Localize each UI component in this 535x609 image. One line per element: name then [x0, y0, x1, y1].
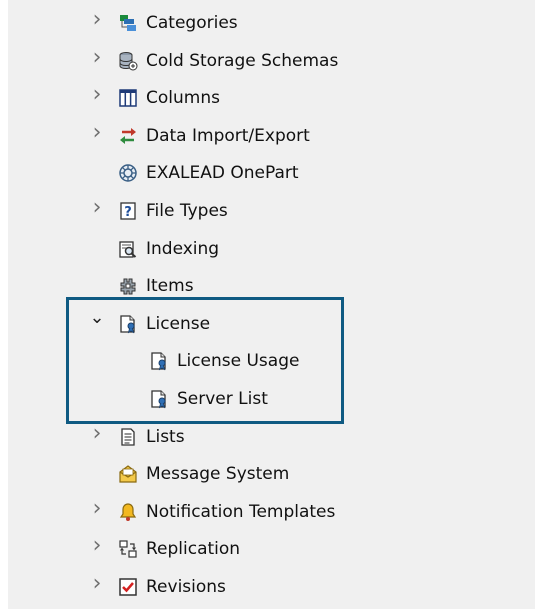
tree-item-label: Cold Storage Schemas [146, 50, 339, 71]
tree-item-label: License [146, 313, 211, 334]
tree-item-label: File Types [146, 201, 228, 221]
tree-item-columns[interactable]: › Columns [8, 79, 535, 117]
tree-item-categories[interactable]: › Categories [8, 4, 535, 42]
tree-item-label: Categories [146, 13, 238, 33]
tree-item-label: Server List [177, 389, 268, 409]
tree-panel: › Categories › Cold Storage Schemas › Columns… [8, 0, 535, 609]
tree-item-label: Notification Templates [146, 501, 336, 522]
tree-item-label: Data Import/Export [146, 125, 310, 146]
tree-item-indexing[interactable]: Indexing [8, 230, 535, 268]
chevron-right-icon[interactable]: › [90, 573, 104, 595]
tree-item-label: Items [146, 276, 194, 297]
chevron-right-icon[interactable]: › [90, 84, 104, 106]
chevron-right-icon[interactable]: › [90, 9, 104, 31]
tree-item-lists[interactable]: › Lists [8, 418, 535, 456]
tree-item-label: Message System [146, 464, 290, 485]
tree-item-license-usage[interactable]: License Usage [8, 342, 535, 380]
tree-item-label: License Usage [177, 351, 300, 372]
tree-item-revisions[interactable]: › Revisions [8, 568, 535, 606]
database-icon [118, 51, 138, 71]
tree-item-server-list[interactable]: Server List [8, 380, 535, 418]
license-icon [149, 389, 169, 409]
items-icon [118, 276, 138, 296]
chevron-down-icon[interactable]: ⌄ [89, 308, 104, 326]
tree-item-message-system[interactable]: Message System [8, 455, 535, 493]
columns-icon [118, 88, 138, 108]
message-system-icon [118, 464, 138, 484]
tree-item-cold-storage-schemas[interactable]: › Cold Storage Schemas [8, 42, 535, 80]
chevron-right-icon[interactable]: › [90, 535, 104, 557]
indexing-icon [118, 239, 138, 259]
tree-item-file-types[interactable]: ›? File Types [8, 192, 535, 230]
tree-item-label: EXALEAD OnePart [146, 163, 299, 184]
tree-item-label: Revisions [146, 577, 226, 597]
file-types-icon: ? [118, 201, 138, 221]
svg-text:?: ? [124, 205, 132, 220]
bell-icon [118, 502, 138, 522]
tree-item-data-import-export[interactable]: › Data Import/Export [8, 117, 535, 155]
chevron-right-icon[interactable]: › [90, 197, 104, 219]
tree-item-notification-templates[interactable]: › Notification Templates [8, 493, 535, 531]
chevron-right-icon[interactable]: › [90, 422, 104, 444]
tree-item-replication[interactable]: › Replication [8, 530, 535, 568]
tree-item-label: Columns [146, 88, 220, 109]
tree-item-label: Indexing [146, 238, 220, 259]
categories-icon [118, 13, 138, 33]
import-export-icon [118, 126, 138, 146]
chevron-right-icon[interactable]: › [90, 46, 104, 68]
checkbox-icon [118, 577, 138, 597]
license-icon [149, 351, 169, 371]
chevron-right-icon[interactable]: › [90, 121, 104, 143]
tree-item-exalead-onepart[interactable]: EXALEAD OnePart [8, 154, 535, 192]
chevron-right-icon[interactable]: › [90, 497, 104, 519]
license-icon [118, 314, 138, 334]
tree-item-label: Lists [146, 426, 185, 447]
lists-icon [118, 427, 138, 447]
tree-item-label: Replication [146, 539, 241, 560]
exalead-icon [118, 163, 138, 183]
replication-icon [118, 539, 138, 559]
tree-item-items[interactable]: Items [8, 267, 535, 305]
tree-item-license[interactable]: ⌄ License [8, 305, 535, 343]
